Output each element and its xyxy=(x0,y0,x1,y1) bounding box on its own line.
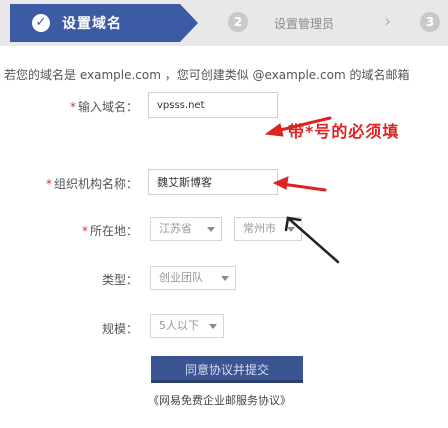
agree-submit-button[interactable]: 同意协议并提交 xyxy=(151,356,303,383)
arrow-to-location xyxy=(286,216,340,264)
arrowhead-domain xyxy=(264,123,284,137)
arrow-to-org xyxy=(280,182,327,192)
arrowhead-org xyxy=(272,176,289,190)
agreement-link[interactable]: 《网易免费企业邮服务协议》 xyxy=(148,392,291,408)
